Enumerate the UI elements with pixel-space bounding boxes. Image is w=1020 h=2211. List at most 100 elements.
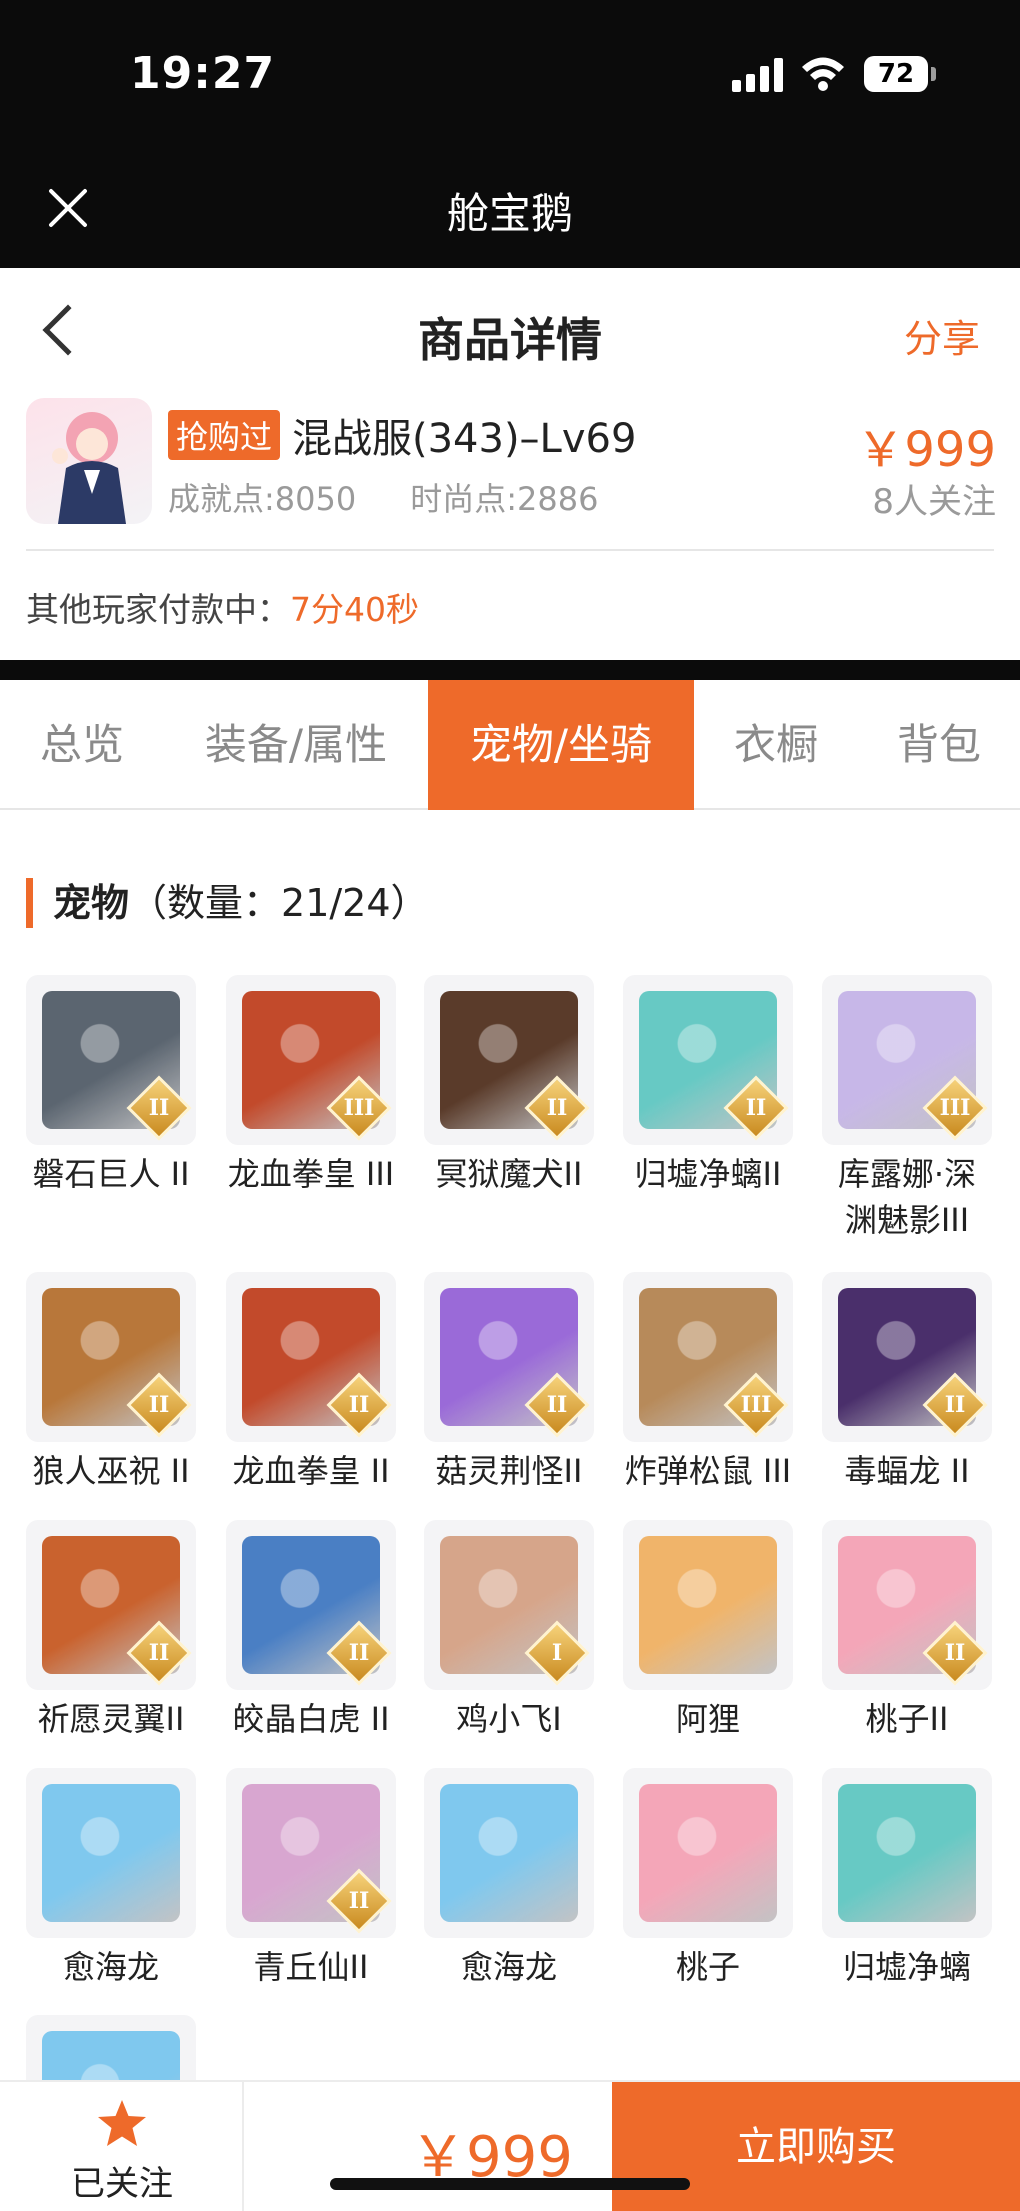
- pet-name: 愈海龙: [460, 1948, 557, 1986]
- pet-item[interactable]: III 库露娜·深渊魅影III: [822, 975, 992, 1243]
- pet-name: 愈海龙: [62, 1948, 159, 1986]
- pet-item[interactable]: II 桃子II: [822, 1520, 992, 1742]
- tier-label: II: [348, 1392, 370, 1418]
- pet-image: [639, 1784, 777, 1922]
- achievement-points: 成就点:8050: [168, 480, 357, 518]
- tab-bar: 总览 装备/属性 宠物/坐骑 衣橱 背包: [0, 680, 1020, 810]
- battery-icon: 72: [864, 56, 936, 92]
- follower-count: 8人关注: [872, 482, 996, 522]
- pet-image: [440, 1784, 578, 1922]
- tier-label: II: [148, 1640, 170, 1666]
- tier-label: III: [939, 1095, 971, 1121]
- paying-countdown: 7分40秒: [290, 590, 419, 629]
- pet-name: 青丘仙II: [253, 1948, 369, 1986]
- tier-label: III: [343, 1095, 375, 1121]
- pet-item[interactable]: III 炸弹松鼠 III: [623, 1272, 793, 1494]
- divider: [0, 660, 1020, 680]
- buy-now-button[interactable]: 立即购买: [612, 2082, 1020, 2211]
- pet-name: 冥狱魔犬II: [435, 1155, 583, 1193]
- pet-card: II: [424, 1272, 594, 1442]
- pet-card: III: [623, 1272, 793, 1442]
- pet-name: 阿狸: [675, 1700, 740, 1738]
- pet-item[interactable]: II 龙血拳皇 II: [226, 1272, 396, 1494]
- pet-card: II: [822, 1272, 992, 1442]
- detail-nav: 商品详情 分享: [0, 268, 1020, 398]
- bottom-bar: 已关注 ￥999 立即购买: [0, 2080, 1020, 2211]
- pet-card: II: [226, 1768, 396, 1938]
- pet-card: [623, 1768, 793, 1938]
- pet-card: II: [26, 1520, 196, 1690]
- pet-card: II: [26, 1272, 196, 1442]
- pet-item[interactable]: II 毒蝠龙 II: [822, 1272, 992, 1494]
- pet-item[interactable]: II 归墟净螭II: [623, 975, 793, 1197]
- pet-name: 桃子: [675, 1948, 740, 1986]
- tab-pets[interactable]: 宠物/坐骑: [428, 680, 694, 810]
- home-indicator: [330, 2178, 690, 2190]
- tab-wardrobe[interactable]: 衣橱: [694, 680, 858, 810]
- pet-name: 归墟净螭II: [634, 1155, 782, 1193]
- pet-card: [424, 1768, 594, 1938]
- product-name: 混战服(343)–Lv69: [292, 416, 637, 462]
- pet-name: 磐石巨人 II: [32, 1155, 190, 1193]
- product-summary: 抢购过 混战服(343)–Lv69 成就点:8050 时尚点:2886 ￥999 …: [26, 398, 996, 528]
- pet-name: 库露娜·深渊魅影III: [837, 1155, 977, 1239]
- pet-card: II: [226, 1520, 396, 1690]
- pet-name: 菇灵荆怪II: [435, 1452, 583, 1490]
- app-title: 舱宝鹅: [446, 189, 573, 238]
- paying-status: 其他玩家付款中：7分40秒: [26, 583, 419, 631]
- pet-card: II: [26, 975, 196, 1145]
- tier-label: II: [348, 1640, 370, 1666]
- tier-label: II: [944, 1640, 966, 1666]
- pet-card: III: [822, 975, 992, 1145]
- section-count: （数量：21/24）: [129, 881, 429, 925]
- share-button[interactable]: 分享: [904, 308, 980, 363]
- pet-item[interactable]: II 磐石巨人 II: [26, 975, 196, 1197]
- tab-overview[interactable]: 总览: [0, 680, 164, 810]
- pet-name: 龙血拳皇 III: [227, 1155, 395, 1193]
- tier-label: II: [148, 1095, 170, 1121]
- tier-label: II: [745, 1095, 767, 1121]
- divider: [26, 549, 994, 551]
- page-title: 商品详情: [418, 313, 602, 367]
- bought-badge: 抢购过: [168, 410, 281, 460]
- pet-item[interactable]: II 皎晶白虎 II: [226, 1520, 396, 1742]
- pet-item[interactable]: II 菇灵荆怪II: [424, 1272, 594, 1494]
- pet-item[interactable]: II 青丘仙II: [226, 1768, 396, 1990]
- section-title: 宠物（数量：21/24）: [26, 878, 429, 928]
- tab-backpack[interactable]: 背包: [858, 680, 1020, 810]
- fashion-points: 时尚点:2886: [410, 480, 599, 518]
- character-avatar: [26, 398, 152, 524]
- tab-equipment[interactable]: 装备/属性: [164, 680, 428, 810]
- pet-card: [822, 1768, 992, 1938]
- pet-item[interactable]: II 祈愿灵翼II: [26, 1520, 196, 1742]
- pet-image: [42, 1784, 180, 1922]
- pet-item[interactable]: III 龙血拳皇 III: [226, 975, 396, 1197]
- status-time: 19:27: [130, 48, 276, 99]
- tier-label: II: [148, 1392, 170, 1418]
- pet-image: [838, 1784, 976, 1922]
- app-bar: 舱宝鹅: [0, 150, 1020, 268]
- pet-card: II: [424, 975, 594, 1145]
- pet-item[interactable]: 愈海龙: [26, 1768, 196, 1990]
- section-title-text: 宠物: [53, 881, 130, 925]
- pet-item[interactable]: II 狼人巫祝 II: [26, 1272, 196, 1494]
- pet-item[interactable]: 桃子: [623, 1768, 793, 1990]
- pet-card: I: [424, 1520, 594, 1690]
- pet-image: [639, 1536, 777, 1674]
- pet-card: II: [226, 1272, 396, 1442]
- pet-item[interactable]: 阿狸: [623, 1520, 793, 1742]
- pet-item[interactable]: 归墟净螭: [822, 1768, 992, 1990]
- tier-label: II: [944, 1392, 966, 1418]
- follow-button[interactable]: 已关注: [0, 2082, 244, 2211]
- pet-item[interactable]: II 冥狱魔犬II: [424, 975, 594, 1197]
- pet-item[interactable]: I 鸡小飞I: [424, 1520, 594, 1742]
- signal-icon: [732, 58, 784, 92]
- wifi-icon: [802, 57, 844, 91]
- tier-label: II: [348, 1888, 370, 1914]
- pet-item[interactable]: 愈海龙: [424, 1768, 594, 1990]
- tier-label: II: [546, 1095, 568, 1121]
- pet-card: II: [623, 975, 793, 1145]
- status-bar: 19:27 72: [0, 0, 1020, 150]
- pet-card: [26, 1768, 196, 1938]
- pet-card: II: [822, 1520, 992, 1690]
